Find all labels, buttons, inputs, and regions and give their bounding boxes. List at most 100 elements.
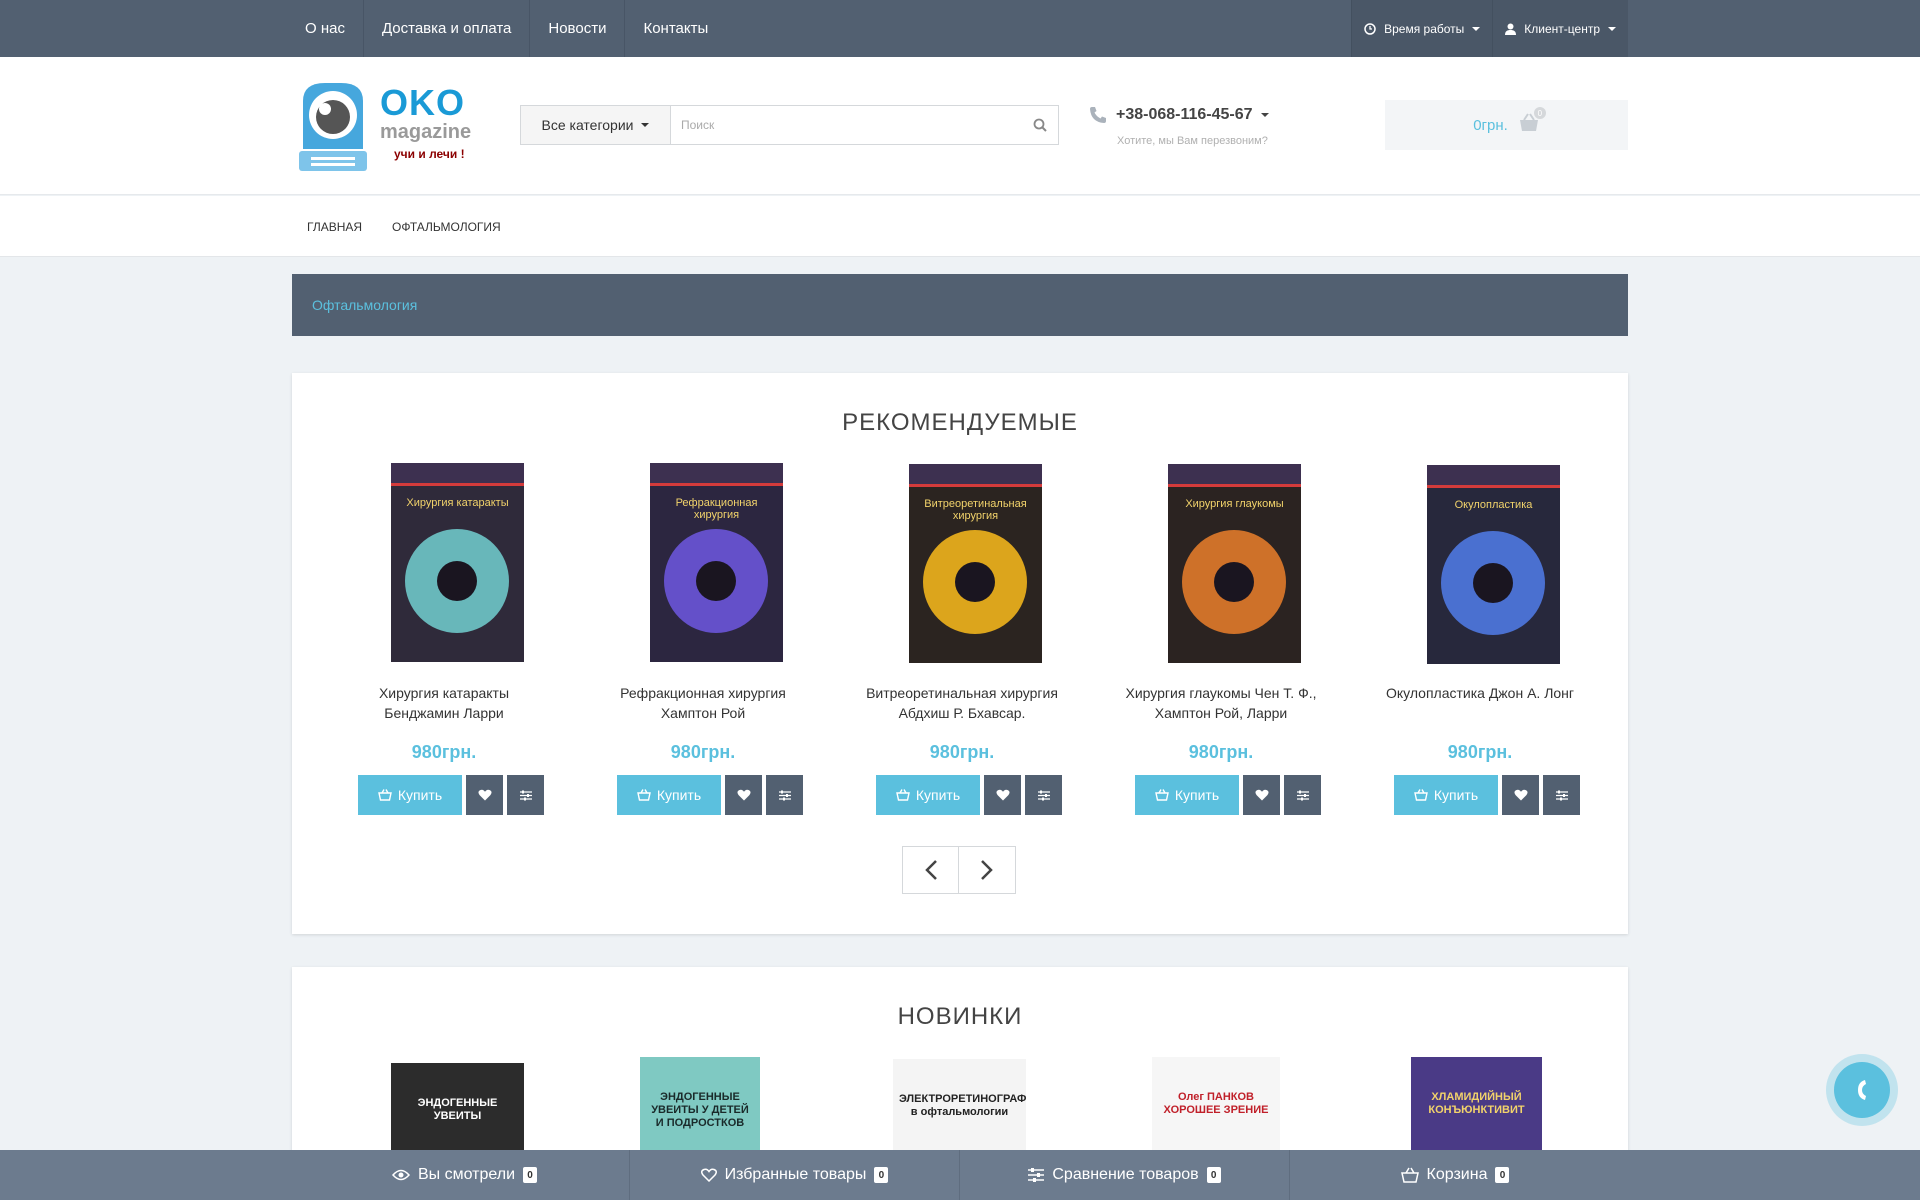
buy-button[interactable]: Купить: [876, 775, 980, 815]
work-hours-label: Время работы: [1384, 21, 1465, 36]
new-item-cover[interactable]: ЭНДОГЕННЫЕ УВЕИТЫ: [391, 1063, 524, 1163]
product-price: 980грн.: [670, 742, 736, 762]
chevron-right-icon: [981, 860, 993, 880]
buy-button-label: Купить: [1174, 787, 1220, 803]
cover-title: Витреоретинальная хирургия: [924, 498, 1027, 522]
add-to-compare-button[interactable]: [1284, 775, 1321, 815]
carousel-prev-button[interactable]: [902, 846, 959, 894]
buy-button[interactable]: Купить: [358, 775, 462, 815]
add-to-wishlist-button[interactable]: [1243, 775, 1280, 815]
bottom-cart-count: 0: [1495, 1167, 1510, 1183]
cover-title: Рефракционная хирургия: [675, 497, 758, 521]
product-name-line: Хирургия катаракты: [378, 685, 510, 701]
new-item-cover-title: ЭНДОГЕННЫЕ УВЕИТЫ: [417, 1097, 498, 1122]
recommended-section: РЕКОМЕНДУЕМЫЕ Хирургия катаракты Хирургия…: [292, 373, 1628, 934]
menu-home[interactable]: Главная: [292, 196, 377, 257]
callback-float-button[interactable]: [1826, 1054, 1898, 1126]
add-to-compare-button[interactable]: [1543, 775, 1580, 815]
bottom-viewed[interactable]: Вы смотрели 0: [300, 1150, 630, 1200]
sliders-icon: [1555, 790, 1568, 800]
chevron-left-icon: [924, 860, 937, 880]
logo[interactable]: OKO magazine учи и лечи !: [295, 79, 485, 179]
top-nav-delivery[interactable]: Доставка и оплата: [364, 0, 531, 57]
client-center-dropdown[interactable]: Клиент-центр: [1492, 0, 1628, 57]
cart-count-badge: 0: [1533, 107, 1546, 119]
product-name-line: Хирургия глаукомы Чен Т. Ф.,: [1125, 685, 1317, 701]
bottom-viewed-count: 0: [523, 1167, 538, 1183]
logo-title: OKO: [380, 82, 466, 123]
search-icon: [1033, 118, 1047, 132]
product-price: 980грн.: [1188, 742, 1254, 762]
buy-button-label: Купить: [656, 787, 702, 803]
product-name-line: Окулопластика Джон А. Лонг: [1385, 685, 1575, 701]
top-nav-about[interactable]: О нас: [292, 0, 364, 57]
main-menu: Главная Офтальмология: [0, 196, 1920, 257]
product-name[interactable]: Окулопластика Джон А. Лонг: [1360, 683, 1600, 703]
phone-block: +38-068-116-45-67 Хотите, мы Вам перезво…: [1088, 105, 1269, 147]
sliders-icon: [1296, 790, 1309, 800]
add-to-wishlist-button[interactable]: [1502, 775, 1539, 815]
add-to-compare-button[interactable]: [1025, 775, 1062, 815]
bottom-favorites-count: 0: [874, 1167, 889, 1183]
top-nav-contacts[interactable]: Контакты: [625, 0, 726, 57]
carousel-next-button[interactable]: [959, 846, 1016, 894]
product-cover[interactable]: Витреоретинальная хирургия: [909, 464, 1042, 663]
product-cover[interactable]: Окулопластика: [1427, 465, 1560, 664]
product-name[interactable]: Рефракционная хирургия Хамптон Рой: [583, 683, 823, 723]
buy-button-label: Купить: [1433, 787, 1479, 803]
heart-icon: [700, 1168, 717, 1182]
cover-title: Окулопластика: [1454, 499, 1533, 511]
bottom-favorites[interactable]: Избранные товары 0: [630, 1150, 960, 1200]
search-category-dropdown[interactable]: Все категории: [521, 106, 671, 144]
header-cart[interactable]: 0грн. 0: [1385, 100, 1628, 150]
basket-icon: [636, 789, 651, 801]
product-cover[interactable]: Рефракционная хирургия: [650, 463, 783, 662]
search-input[interactable]: [671, 106, 1022, 144]
new-item-cover-title: ЭНДОГЕННЫЕ УВЕИТЫ У ДЕТЕЙ И ПОДРОСТКОВ: [651, 1091, 749, 1129]
add-to-wishlist-button[interactable]: [725, 775, 762, 815]
new-item-cover[interactable]: ЭЛЕКТРОРЕТИНОГРАФИЯ в офтальмологии: [893, 1059, 1026, 1159]
section-title: РЕКОМЕНДУЕМЫЕ: [842, 409, 1078, 436]
work-hours-dropdown[interactable]: Время работы: [1351, 0, 1493, 57]
search-button[interactable]: [1022, 106, 1058, 144]
callback-link[interactable]: Хотите, мы Вам перезвоним?: [1117, 135, 1269, 147]
menu-ophthalmology[interactable]: Офтальмология: [377, 196, 516, 257]
add-to-wishlist-button[interactable]: [984, 775, 1021, 815]
product-cover[interactable]: Хирургия глаукомы: [1168, 464, 1301, 663]
phone-icon: [1858, 1080, 1866, 1100]
caret-down-icon: [641, 123, 650, 127]
section-title: НОВИНКИ: [897, 1003, 1023, 1030]
product-cover[interactable]: Хирургия катаракты: [391, 463, 524, 662]
breadcrumb-item[interactable]: Офтальмология: [312, 297, 417, 313]
buy-button[interactable]: Купить: [1135, 775, 1239, 815]
bottom-cart-label: Корзина: [1426, 1166, 1488, 1183]
buy-button[interactable]: Купить: [1394, 775, 1498, 815]
sliders-icon: [1028, 1168, 1045, 1182]
search-bar: Все категории: [520, 105, 1059, 145]
new-item-cover[interactable]: Олег ПАНКОВ ХОРОШЕЕ ЗРЕНИЕ: [1152, 1057, 1280, 1157]
add-to-wishlist-button[interactable]: [466, 775, 503, 815]
logo-slogan: учи и лечи !: [394, 147, 465, 161]
phone-dropdown[interactable]: +38-068-116-45-67: [1088, 105, 1269, 125]
buy-button[interactable]: Купить: [617, 775, 721, 815]
cover-title: Хирургия глаукомы: [1185, 498, 1284, 510]
add-to-compare-button[interactable]: [766, 775, 803, 815]
new-item-cover[interactable]: ХЛАМИДИЙНЫЙ КОНЪЮНКТИВИТ: [1411, 1057, 1542, 1157]
add-to-compare-button[interactable]: [507, 775, 544, 815]
new-item-cover-title: ЭЛЕКТРОРЕТИНОГРАФИЯ в офтальмологии: [899, 1093, 1026, 1118]
product-name-line: Хамптон Рой, Ларри: [1154, 705, 1288, 721]
top-nav-news[interactable]: Новости: [530, 0, 626, 57]
heart-icon: [1254, 789, 1269, 801]
caret-down-icon: [1472, 26, 1481, 31]
new-item-cover[interactable]: ЭНДОГЕННЫЕ УВЕИТЫ У ДЕТЕЙ И ПОДРОСТКОВ: [640, 1057, 760, 1157]
basket-icon: [1154, 789, 1169, 801]
product-name[interactable]: Хирургия катаракты Бенджамин Ларри: [324, 683, 564, 723]
product-name-line: Витреоретинальная хирургия: [866, 685, 1058, 701]
bottom-viewed-label: Вы смотрели: [417, 1166, 516, 1183]
bottom-compare-label: Сравнение товаров: [1052, 1166, 1199, 1183]
bottom-cart[interactable]: Корзина 0: [1290, 1150, 1620, 1200]
product-name[interactable]: Хирургия глаукомы Чен Т. Ф., Хамптон Рой,…: [1101, 683, 1341, 723]
phone-icon: [1090, 107, 1106, 123]
bottom-compare[interactable]: Сравнение товаров 0: [960, 1150, 1290, 1200]
product-name[interactable]: Витреоретинальная хирургия Абдхиш Р. Бхав…: [842, 683, 1082, 723]
